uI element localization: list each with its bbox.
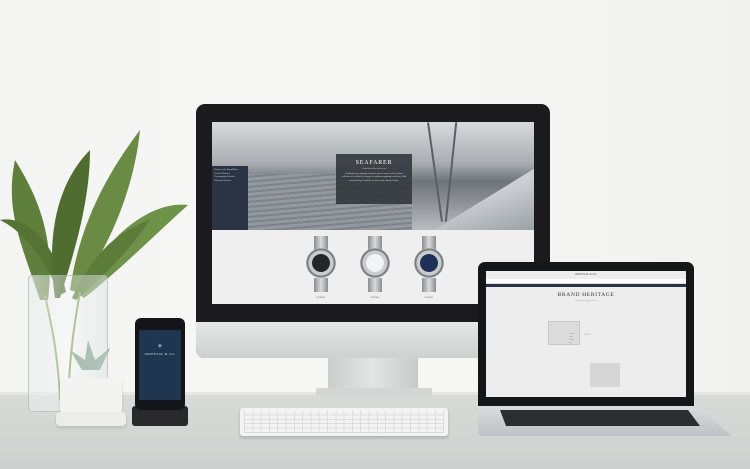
- hero-caption-box: SEAFARER Crafted for life on the sea Our…: [336, 154, 412, 204]
- watch-dial: [312, 254, 330, 272]
- watch-dial: [420, 254, 438, 272]
- watch-label: Seafarer: [370, 296, 380, 299]
- watch-product[interactable]: Seafarer: [358, 236, 392, 299]
- phone-screen: [139, 330, 181, 400]
- heritage-image-2: [590, 363, 620, 387]
- sidebar-item[interactable]: Diamond Watches: [214, 179, 246, 183]
- hero-copy: Our brand story, sporting collection, th…: [341, 173, 407, 182]
- heritage-text-block: ━━━━ ━━━ ━━━━ ━━: [569, 333, 574, 344]
- watch-label: Seafarer: [424, 296, 434, 299]
- watch-product[interactable]: Seafarer: [304, 236, 338, 299]
- laptop-screen: ORIENTAL & CO. BRAND HERITAGE Crafting a…: [486, 271, 686, 397]
- phone-brand: ORIENTAL & CO.: [144, 352, 176, 356]
- yacht-mast: [444, 122, 458, 222]
- laptop-page-title: BRAND HERITAGE: [557, 292, 615, 298]
- yacht-mast: [427, 122, 443, 222]
- laptop-page-subtitle: Crafting a legacy of time: [575, 300, 597, 302]
- yacht-deck-image: [434, 168, 534, 230]
- laptop-brand: ORIENTAL & CO.: [575, 273, 597, 276]
- watch-label: Seafarer: [316, 296, 326, 299]
- watch-dial: [366, 254, 384, 272]
- brand-crest-icon: ⚜: [157, 344, 163, 350]
- watch-product[interactable]: Seafarer: [412, 236, 446, 299]
- laptop-keyboard: [500, 410, 700, 426]
- imac-stand: [328, 358, 418, 392]
- laptop-nav-strip: [486, 284, 686, 287]
- hero-image: SEAFARER Crafted for life on the sea Our…: [212, 122, 534, 230]
- imac-stand-foot: [316, 388, 432, 396]
- hero-title: SEAFARER: [355, 160, 393, 166]
- heritage-side-label: 1 OF 3: [584, 333, 591, 336]
- keyboard-keys: [244, 411, 444, 433]
- pot-saucer: [56, 412, 126, 426]
